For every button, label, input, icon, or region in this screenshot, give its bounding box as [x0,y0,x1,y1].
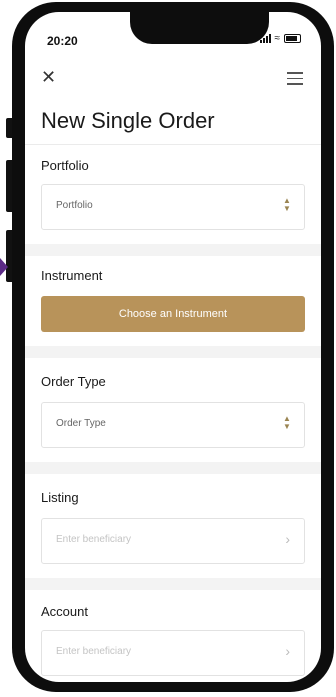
signal-icon [259,34,271,43]
listing-label: Listing [41,490,79,505]
order-type-select[interactable]: Order Type ▲ ▼ [41,402,305,448]
account-label: Account [41,604,88,619]
status-icons: ≈ [259,33,301,44]
portfolio-label: Portfolio [41,158,89,173]
close-icon[interactable]: ✕ [41,68,56,86]
portfolio-select-value: Portfolio [56,200,93,211]
section-gap [25,578,321,590]
choose-instrument-button[interactable]: Choose an Instrument [41,296,305,332]
page-title: New Single Order [41,108,215,133]
instrument-label: Instrument [41,268,103,283]
chevron-right-icon: › [285,643,290,659]
account-field[interactable]: Enter beneficiary › [41,630,305,676]
wifi-icon: ≈ [274,33,281,44]
section-gap [25,244,321,256]
listing-field[interactable]: Enter beneficiary › [41,518,305,564]
side-accent-arrow [0,258,8,276]
chevron-right-icon: › [285,531,290,547]
account-placeholder: Enter beneficiary [56,646,132,657]
battery-icon [284,34,301,43]
section-gap [25,346,321,358]
section-gap [25,462,321,474]
status-time: 20:20 [47,34,78,48]
order-type-label: Order Type [41,374,106,389]
device-notch [130,12,269,44]
listing-placeholder: Enter beneficiary [56,534,132,545]
order-type-select-value: Order Type [56,418,106,429]
updown-chevron-icon: ▲ ▼ [283,196,291,213]
app-screen: 20:20 ≈ ✕ New Single Order Portfolio Por… [25,12,321,682]
hamburger-menu-icon[interactable] [287,72,303,89]
divider [25,144,321,145]
portfolio-select[interactable]: Portfolio ▲ ▼ [41,184,305,230]
updown-chevron-icon: ▲ ▼ [283,414,291,431]
phone-frame: 20:20 ≈ ✕ New Single Order Portfolio Por… [12,2,334,692]
